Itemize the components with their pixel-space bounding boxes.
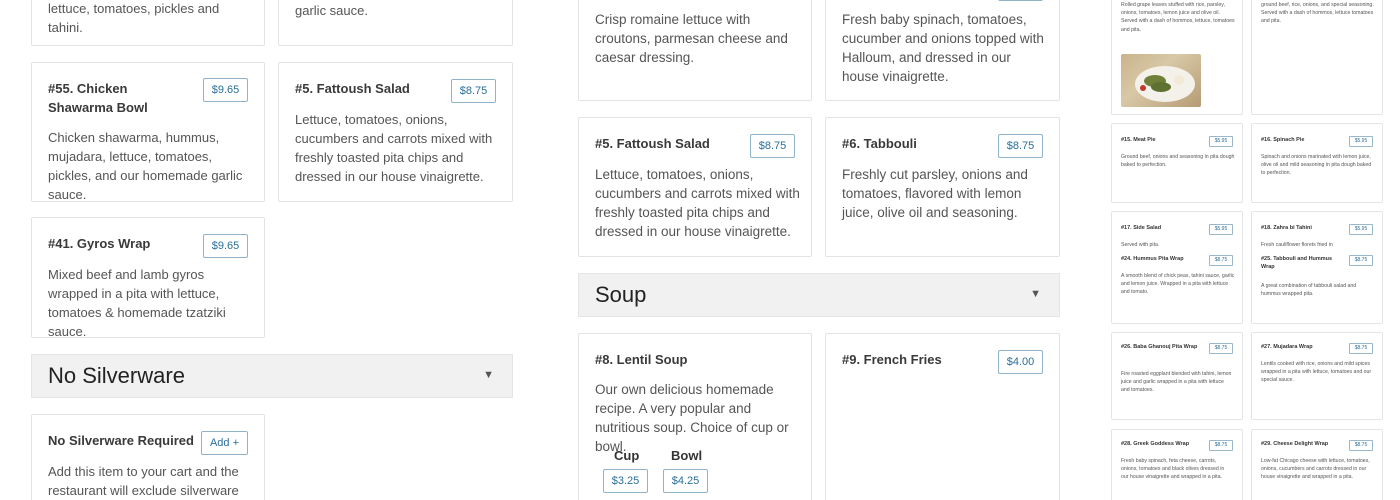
item-description: Low-fat Chicago cheese with lettuce, tom… xyxy=(1261,458,1370,481)
item-title: #41. Gyros Wrap xyxy=(48,236,151,251)
menu-item-card-no-silverware[interactable]: No Silverware Required Add + Add this it… xyxy=(31,414,265,500)
item-description: Chicken shawarma, hummus, mujadara, lett… xyxy=(48,130,243,202)
mini-card-29[interactable]: #29. Cheese Delight Wrap $8.75 Low-fat C… xyxy=(1251,429,1383,500)
menu-item-card[interactable]: lettuce, tomatoes, pickles and tahini. xyxy=(31,0,265,46)
item-description: pickles and our homemade garlic sauce. xyxy=(295,3,368,18)
section-title: Soup xyxy=(595,282,647,307)
menu-item-card-55[interactable]: #55. Chicken Shawarma Bowl $9.65 Chicken… xyxy=(31,62,265,202)
item-title: #5. Fattoush Salad xyxy=(595,136,710,151)
price-button[interactable] xyxy=(998,0,1043,1)
item-description: Add this item to your cart and the resta… xyxy=(48,464,239,498)
item-description: Fresh cauliflower florets fried in xyxy=(1261,242,1333,248)
menu-item-card-spinach-salad[interactable]: Fresh baby spinach, tomatoes, cucumber a… xyxy=(825,0,1060,101)
item-description: Lettuce, tomatoes, onions, cucumbers and… xyxy=(595,167,800,239)
menu-item-card-9[interactable]: #9. French Fries $4.00 xyxy=(825,333,1060,500)
item-description: Our own delicious homemade recipe. A ver… xyxy=(595,382,789,454)
item-title: #16. Spinach Pie xyxy=(1261,137,1305,143)
item-description: Freshly cut parsley, onions and tomatoes… xyxy=(842,167,1028,220)
section-header-soup[interactable]: Soup ▼ xyxy=(578,273,1060,317)
item-title: #6. Tabbouli xyxy=(842,136,917,151)
item-title: #28. Greek Goddess Wrap xyxy=(1121,441,1190,447)
price-button[interactable]: $8.75 xyxy=(1349,343,1373,354)
item-title: #26. Baba Ghanouj Pita Wrap xyxy=(1121,344,1198,350)
mini-card-28[interactable]: #28. Greek Goddess Wrap $8.75 Fresh baby… xyxy=(1111,429,1243,500)
item-title: #25. Tabbouli and Hummus Wrap xyxy=(1261,256,1333,270)
price-button[interactable]: $8.75 xyxy=(998,134,1043,158)
menu-item-card-5[interactable]: #5. Fattoush Salad $8.75 Lettuce, tomato… xyxy=(578,117,812,257)
item-description: Fire roasted eggplant blended with tahin… xyxy=(1121,371,1232,394)
price-button[interactable]: $5.95 xyxy=(1209,224,1233,235)
item-description: A great combination of tabbouli salad an… xyxy=(1261,283,1357,298)
mini-card-15[interactable]: #15. Meat Pie $5.95 Ground beef, onions … xyxy=(1111,123,1243,203)
chevron-down-icon[interactable]: ▼ xyxy=(483,369,494,381)
item-description: Rolled grape leaves stuffed with rice, p… xyxy=(1121,2,1235,33)
menu-item-card-caesar[interactable]: Crisp romaine lettuce with croutons, par… xyxy=(578,0,812,101)
price-button[interactable]: $5.95 xyxy=(1349,224,1373,235)
price-button[interactable]: $8.75 xyxy=(1349,255,1373,266)
mini-card-27[interactable]: #27. Mujadara Wrap $8.75 Lentils cooked … xyxy=(1251,332,1383,420)
item-title: No Silverware Required xyxy=(48,433,194,448)
item-description: Lentils cooked with rice, onions and mil… xyxy=(1261,361,1372,384)
price-button[interactable]: $5.95 xyxy=(1209,136,1233,147)
item-description: Served with pita. xyxy=(1121,242,1160,248)
item-title: #9. French Fries xyxy=(842,352,942,367)
section-title: No Silverware xyxy=(48,363,185,388)
item-title: #29. Cheese Delight Wrap xyxy=(1261,441,1329,447)
mini-card-grape-leaves[interactable]: Rolled grape leaves stuffed with rice, p… xyxy=(1111,0,1243,115)
item-description: Lettuce, tomatoes, onions, cucumbers and… xyxy=(295,112,493,184)
item-description: Fresh baby spinach, feta cheese, carrots… xyxy=(1121,458,1225,481)
mini-card-17-24[interactable]: #17. Side Salad $5.95 Served with pita. … xyxy=(1111,211,1243,324)
menu-item-card-6[interactable]: #6. Tabbouli $8.75 Freshly cut parsley, … xyxy=(825,117,1060,257)
add-button[interactable]: Add + xyxy=(201,431,248,455)
item-title: #27. Mujadara Wrap xyxy=(1261,344,1313,350)
chevron-down-icon[interactable]: ▼ xyxy=(1030,288,1041,300)
item-description: Spinach and onions marinated with lemon … xyxy=(1261,154,1372,177)
menu-item-card-41[interactable]: #41. Gyros Wrap $9.65 Mixed beef and lam… xyxy=(31,217,265,339)
item-title: #18. Zahra bi Tahini xyxy=(1261,225,1312,231)
item-description: ground beef, rice, onions, and special s… xyxy=(1261,2,1374,25)
item-title: #24. Hummus Pita Wrap xyxy=(1121,256,1184,262)
item-title: #8. Lentil Soup xyxy=(595,352,688,367)
price-button[interactable]: $5.95 xyxy=(1349,136,1373,147)
mini-card-beef[interactable]: ground beef, rice, onions, and special s… xyxy=(1251,0,1383,115)
mini-card-16[interactable]: #16. Spinach Pie $5.95 Spinach and onion… xyxy=(1251,123,1383,203)
bowl-price-button[interactable]: $4.25 xyxy=(663,469,708,493)
mini-card-18-25[interactable]: #18. Zahra bi Tahini $5.95 Fresh caulifl… xyxy=(1251,211,1383,324)
price-button[interactable]: $8.75 xyxy=(451,79,496,103)
menu-item-card-8[interactable]: #8. Lentil Soup Our own delicious homema… xyxy=(578,333,812,500)
cup-label: Cup xyxy=(614,448,640,463)
price-button[interactable]: $9.65 xyxy=(203,78,248,102)
bowl-label: Bowl xyxy=(671,448,703,463)
item-description: lettuce, tomatoes, pickles and tahini. xyxy=(48,1,220,35)
section-header-no-silverware[interactable]: No Silverware ▼ xyxy=(31,354,513,398)
cup-price-button[interactable]: $3.25 xyxy=(603,469,648,493)
food-photo xyxy=(1121,54,1201,107)
item-description: Crisp romaine lettuce with croutons, par… xyxy=(595,12,788,65)
item-title: #55. Chicken Shawarma Bowl xyxy=(48,81,148,115)
price-button[interactable]: $8.75 xyxy=(750,134,795,158)
menu-item-card[interactable]: pickles and our homemade garlic sauce. xyxy=(278,0,513,46)
item-description: Mixed beef and lamb gyros wrapped in a p… xyxy=(48,267,226,339)
mini-card-26[interactable]: #26. Baba Ghanouj Pita Wrap $8.75 Fire r… xyxy=(1111,332,1243,420)
item-description: A smooth blend of chick peas, tahini sau… xyxy=(1121,273,1235,296)
price-button[interactable]: $8.75 xyxy=(1209,343,1233,354)
item-title: #15. Meat Pie xyxy=(1121,137,1156,143)
item-description: Fresh baby spinach, tomatoes, cucumber a… xyxy=(842,12,1044,84)
item-title: #5. Fattoush Salad xyxy=(295,81,410,96)
price-button[interactable]: $8.75 xyxy=(1209,255,1233,266)
price-button[interactable]: $4.00 xyxy=(998,350,1043,374)
price-button[interactable]: $8.75 xyxy=(1209,440,1233,451)
item-description: Ground beef, onions and seasoning in pit… xyxy=(1121,154,1235,169)
price-button[interactable]: $8.75 xyxy=(1349,440,1373,451)
item-title: #17. Side Salad xyxy=(1121,225,1162,231)
price-button[interactable]: $9.65 xyxy=(203,234,248,258)
menu-item-card-5[interactable]: #5. Fattoush Salad $8.75 Lettuce, tomato… xyxy=(278,62,513,202)
